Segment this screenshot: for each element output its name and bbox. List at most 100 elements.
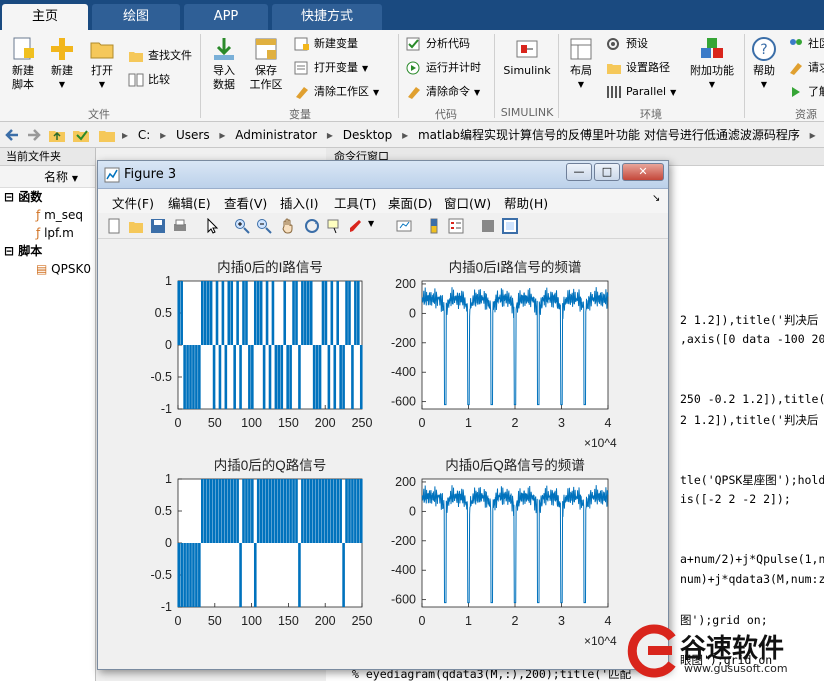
breadcrumb-project[interactable]: matlab编程实现计算信号的反傅里叶功能 对信号进行低通滤波源码程序 [418,128,800,142]
pointer-icon[interactable] [204,218,220,234]
set-path-button[interactable]: 设置路径 [606,58,670,78]
preferences-button[interactable]: 预设 [606,34,648,54]
name-column-header[interactable]: 名称 ▼ [0,166,95,188]
script-file-icon: ▤ [36,262,48,276]
help-button[interactable]: ? 帮助 ▼ [748,36,780,92]
print-icon[interactable] [172,218,188,234]
brush-icon[interactable] [348,218,364,234]
figure-title-bar[interactable]: Figure 3 — □ ✕ [98,161,668,189]
tree-section-functions[interactable]: ⊟ 函数 [0,188,95,206]
legend-icon[interactable] [448,218,464,234]
section-label: 函数 [18,190,43,204]
chevron-down-icon: ▼ [373,88,380,97]
layout-button[interactable]: 布局 ▼ [562,36,600,92]
new-variable-icon [294,37,309,51]
plot-title: 内插0后I路信号的频谱 [449,260,582,275]
pan-hand-icon[interactable] [280,218,296,234]
analyze-code-button[interactable]: 分析代码 [406,34,470,54]
save-icon[interactable] [150,218,166,234]
close-button[interactable]: ✕ [622,163,664,181]
zoom-in-icon[interactable] [234,218,250,234]
plot-title: 内插0后的I路信号 [217,260,323,275]
new-variable-button[interactable]: 新建变量 [294,34,358,54]
minimize-button[interactable]: — [566,163,592,181]
x-tick-label: 100 [241,416,262,430]
save-workspace-button[interactable]: 保存 工作区 [246,36,286,92]
tab-home[interactable]: 主页 [2,4,88,30]
menu-desktop[interactable]: 桌面(D) [388,193,432,212]
maximize-button[interactable]: □ [594,163,620,181]
set-path-icon [607,64,621,74]
zoom-out-icon[interactable] [256,218,272,234]
clear-commands-button[interactable]: 清除命令 ▼ [406,82,480,102]
figure-window[interactable]: Figure 3 — □ ✕ 文件(F) 编辑(E) 查看(V) 插入(I) 工… [97,160,669,670]
y-tick-label: 0 [409,306,416,320]
show-plot-tools-icon[interactable] [502,218,518,234]
x-axis-multiplier: ×10^4 [584,634,617,648]
list-item[interactable]: ƒ lpf.m [0,224,95,242]
list-item[interactable]: ▤ QPSK0 [0,260,95,278]
x-tick-label: 4 [605,416,612,430]
link-plot-icon[interactable] [396,218,412,234]
request-label: 请求 [808,61,824,74]
tree-section-scripts[interactable]: ⊟ 脚本 [0,242,95,260]
open-file-icon[interactable] [128,218,144,234]
figure-canvas[interactable]: 内插0后的I路信号10.50-0.5-10 50 100 150 200 250内插0后I… [102,241,664,665]
find-files-button[interactable]: 查找文件 [128,46,192,66]
x-tick-label: 3 [558,416,565,430]
breadcrumb-desktop[interactable]: Desktop [343,128,393,142]
y-tick-label: 0 [165,338,172,352]
menu-dock-icon[interactable]: ↘ [652,193,660,204]
browse-folder-icon[interactable] [72,126,90,144]
menu-edit[interactable]: 编辑(E) [168,193,211,212]
compare-button[interactable]: 比较 [128,70,170,90]
new-script-button[interactable]: 新建 脚本 [6,36,40,92]
back-arrow-icon[interactable] [4,126,22,144]
learn-button[interactable]: 了解 [788,82,824,102]
collapse-icon[interactable]: ⊟ [4,190,14,204]
data-cursor-icon[interactable] [326,218,342,234]
new-button[interactable]: 新建 ▼ [44,36,80,92]
rotate-3d-icon[interactable] [304,218,320,234]
new-script-icon [13,37,34,60]
breadcrumb-drive[interactable]: C: [138,128,150,142]
code-line: is([-2 2 -2 2]); [680,492,791,506]
forward-arrow-icon[interactable] [24,126,42,144]
matlab-figure-icon [104,167,120,183]
menu-help[interactable]: 帮助(H) [504,193,548,212]
collapse-icon[interactable]: ⊟ [4,244,14,258]
new-figure-icon[interactable] [106,218,122,234]
y-tick-label: -1 [161,600,172,614]
import-data-button[interactable]: 导入 数据 [206,36,242,92]
breadcrumb-users[interactable]: Users [176,128,210,142]
chevron-down-icon[interactable]: ▼ [368,219,374,228]
tab-plots[interactable]: 绘图 [92,4,180,30]
up-folder-icon[interactable] [48,126,66,144]
list-item[interactable]: ƒ m_seq [0,206,95,224]
hide-plot-tools-icon[interactable] [480,218,496,234]
code-line: 250 -0.2 1.2]),title(' [680,392,824,406]
add-ons-button[interactable]: 附加功能 ▼ [686,36,738,92]
request-icon [790,63,802,75]
run-and-time-button[interactable]: 运行并计时 [406,58,481,78]
community-button[interactable]: 社区 [788,34,824,54]
code-line: a+num/2)+j*Qpulse(1,n [680,552,824,566]
colorbar-icon[interactable] [426,218,442,234]
menu-window[interactable]: 窗口(W) [444,193,491,212]
import-data-label: 导入 数据 [213,64,235,91]
clear-workspace-button[interactable]: 清除工作区 ▼ [294,82,379,102]
breadcrumb-administrator[interactable]: Administrator [235,128,317,142]
tab-apps[interactable]: APP [184,4,268,30]
y-tick-label: 1 [165,472,172,486]
tab-shortcuts[interactable]: 快捷方式 [272,4,382,30]
menu-tools[interactable]: 工具(T) [334,193,376,212]
parallel-button[interactable]: Parallel ▼ [606,82,676,102]
menu-insert[interactable]: 插入(I) [280,193,318,212]
open-button[interactable]: 打开 ▼ [84,36,120,92]
request-support-button[interactable]: 请求 [788,58,824,78]
menu-file[interactable]: 文件(F) [112,193,154,212]
open-variable-button[interactable]: 打开变量 ▼ [294,58,368,78]
menu-view[interactable]: 查看(V) [224,193,267,212]
variable-group-label: 变量 [289,108,311,121]
simulink-button[interactable]: Simulink [500,36,554,78]
